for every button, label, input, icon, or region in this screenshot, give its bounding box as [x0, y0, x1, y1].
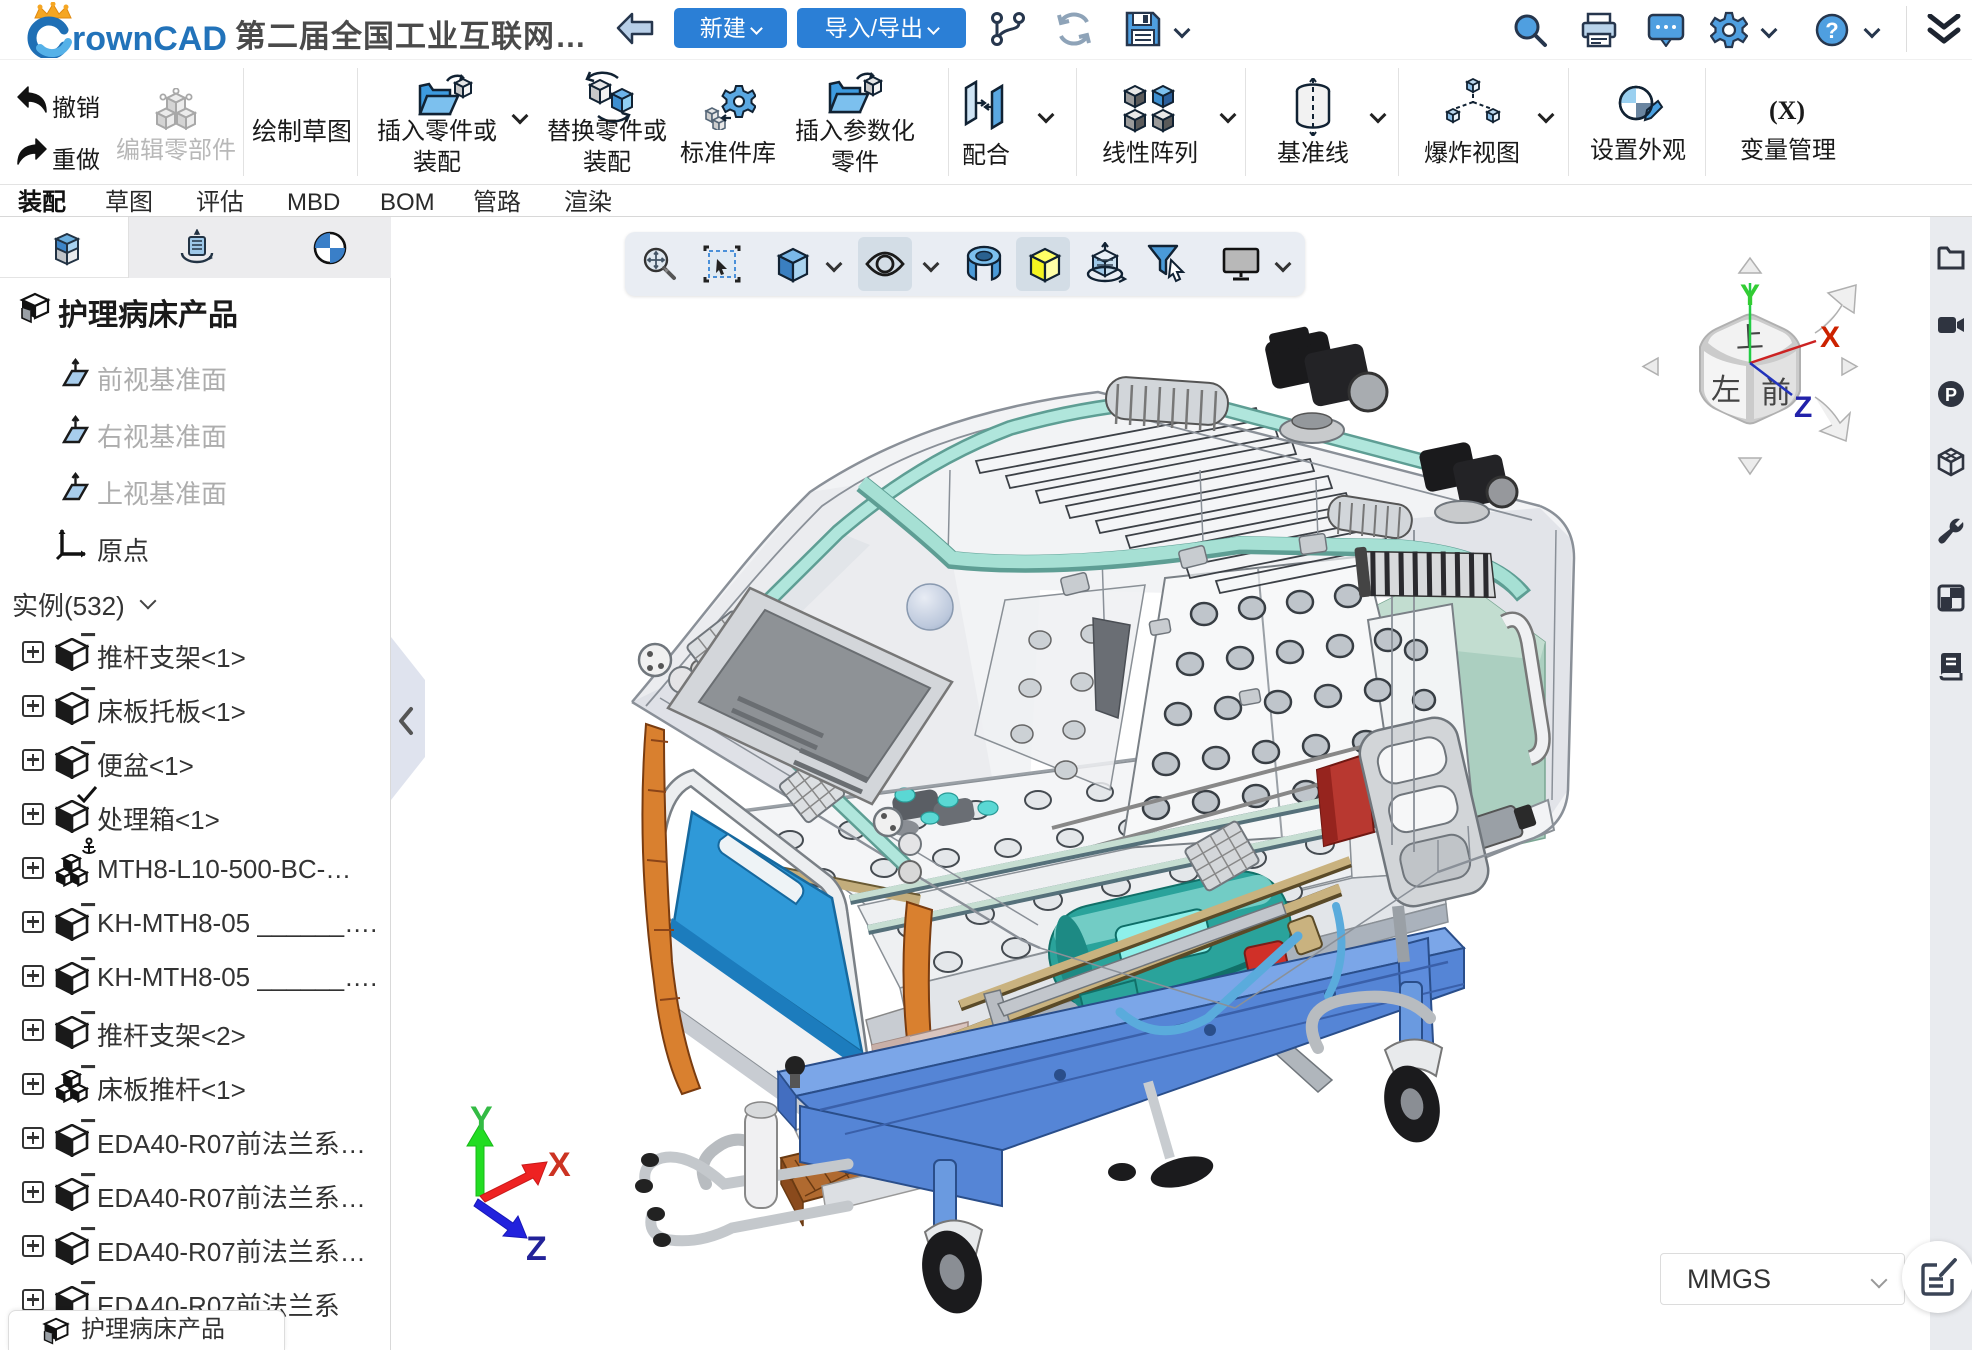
svg-text:Y: Y — [470, 1100, 493, 1138]
svg-text:X: X — [1820, 321, 1840, 354]
svg-text:?: ? — [1825, 18, 1838, 43]
svg-text:Z: Z — [526, 1230, 547, 1265]
svg-text:P: P — [1945, 385, 1957, 405]
svg-text:Y: Y — [1740, 279, 1760, 312]
svg-text:rownCAD: rownCAD — [72, 20, 227, 58]
svg-text:Z: Z — [1794, 391, 1812, 424]
svg-text:X: X — [548, 1146, 571, 1184]
svg-text:左: 左 — [1711, 374, 1741, 407]
